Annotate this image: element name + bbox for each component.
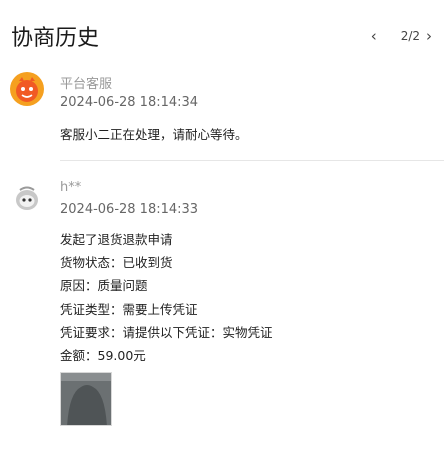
detail-line: 凭证类型：需要上传凭证 <box>60 301 198 317</box>
detail-line: 凭证要求：请提供以下凭证：实物凭证 <box>60 324 273 340</box>
page-title: 协商历史 <box>11 26 100 51</box>
sender-name: 平台客服 <box>60 77 113 92</box>
platform-service-avatar-icon <box>10 72 44 106</box>
detail-line: 金额：59.00元 <box>60 347 146 363</box>
header: 协商历史 ‹ 2/2 › <box>0 0 444 68</box>
detail-line: 原因：质量问题 <box>60 278 148 294</box>
divider <box>60 160 444 161</box>
evidence-photo[interactable] <box>60 372 112 426</box>
chevron-right-icon[interactable]: › <box>426 29 432 44</box>
pagination: ‹ 2/2 › <box>371 29 432 44</box>
sender-name: h** <box>60 180 82 195</box>
user-avatar-icon <box>10 181 44 215</box>
message-text: 客服小二正在处理，请耐心等待。 <box>60 127 248 142</box>
page-indicator: 2/2 <box>400 29 420 43</box>
request-details: 发起了退货退款申请 货物状态：已收到货 原因：质量问题 凭证类型：需要上传凭证 … <box>60 229 273 368</box>
timestamp: 2024-06-28 18:14:33 <box>60 202 199 217</box>
chevron-left-icon[interactable]: ‹ <box>371 29 377 44</box>
detail-line: 发起了退货退款申请 <box>60 232 173 247</box>
detail-line: 货物状态：已收到货 <box>60 255 173 271</box>
timestamp: 2024-06-28 18:14:34 <box>60 95 199 110</box>
